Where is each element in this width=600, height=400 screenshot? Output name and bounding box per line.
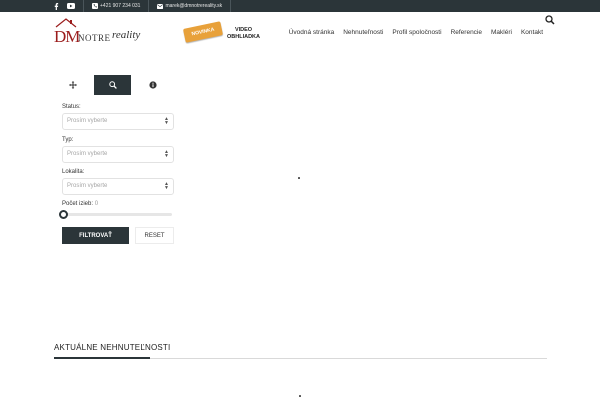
nav-item-home[interactable]: Úvodná stránka (289, 29, 335, 36)
rooms-label: Počet izieb: (62, 201, 94, 207)
topbar-divider (230, 0, 232, 12)
tab-move[interactable] (54, 75, 91, 95)
status-placeholder: Prosím vyberte (67, 118, 108, 124)
move-icon (68, 81, 77, 89)
status-select[interactable]: Prosím vyberte ▲ ▼ (62, 113, 174, 130)
nav-item-contact[interactable]: Kontakt (521, 29, 543, 36)
phone-number: +421 907 234 031 (100, 3, 141, 9)
mail-icon (157, 3, 164, 9)
video-tour-text: VIDEO OBHLIADKA (227, 27, 260, 41)
filter-button[interactable]: FILTROVAŤ (62, 227, 129, 244)
logo-dm: DM (54, 27, 80, 46)
rooms-slider-handle[interactable] (59, 210, 68, 219)
tab-info[interactable] (134, 75, 171, 95)
phone-contact[interactable]: +421 907 234 031 (92, 0, 140, 12)
section-divider-accent (54, 357, 150, 359)
new-badge: NOVINKA (182, 21, 224, 43)
select-arrows-icon: ▲ ▼ (164, 116, 169, 126)
location-select[interactable]: Prosím vyberte ▲ ▼ (62, 178, 174, 195)
topbar-divider (148, 0, 150, 12)
select-arrows-icon: ▲ ▼ (164, 181, 169, 191)
info-icon (148, 81, 157, 89)
status-label: Status: (62, 104, 81, 110)
rooms-label-row: Počet izieb: 0 (62, 201, 98, 207)
video-tour-line1: VIDEO (234, 27, 253, 33)
nav-item-agents[interactable]: Makléri (491, 29, 512, 36)
email-contact[interactable]: marek@dmnotrereality.sk (157, 0, 222, 12)
site-logo[interactable]: DM NOTRE reality (54, 18, 150, 48)
location-label: Lokalita: (62, 169, 85, 175)
type-placeholder: Prosím vyberte (67, 151, 108, 157)
nav-item-properties[interactable]: Nehnuteľnosti (343, 29, 383, 36)
youtube-icon[interactable] (67, 3, 75, 9)
logo-reality: reality (112, 29, 141, 41)
type-label: Typ: (62, 137, 74, 143)
loading-indicator (299, 395, 301, 397)
video-tour-line2: OBHLIADKA (227, 34, 260, 40)
video-tour-promo[interactable]: NOVINKA VIDEO OBHLIADKA (182, 21, 260, 46)
top-bar-contacts: +421 907 234 031 marek@dmnotrereality.sk (54, 0, 232, 12)
phone-icon (92, 3, 98, 9)
section-title: AKTUÁLNE NEHNUTEĽNOSTI (54, 343, 171, 352)
location-placeholder: Prosím vyberte (67, 183, 108, 189)
type-select[interactable]: Prosím vyberte ▲ ▼ (62, 146, 174, 163)
topbar-divider (83, 0, 84, 12)
tab-search[interactable] (94, 75, 131, 95)
zoom-icon (108, 81, 117, 89)
nav-item-references[interactable]: Referencie (451, 29, 482, 36)
map-tools (54, 75, 174, 95)
reset-button[interactable]: RESET (135, 227, 174, 244)
top-bar: +421 907 234 031 marek@dmnotrereality.sk (0, 0, 600, 12)
logo-notre: NOTRE (78, 33, 111, 43)
rooms-slider-track[interactable] (62, 213, 172, 216)
new-badge-label: NOVINKA (191, 26, 215, 38)
main-nav: Úvodná stránka Nehnuteľnosti Profil spol… (289, 29, 543, 36)
facebook-icon[interactable] (54, 2, 59, 10)
email-address: marek@dmnotrereality.sk (165, 3, 223, 9)
rooms-value: 0 (94, 201, 99, 207)
nav-item-company-profile[interactable]: Profil spoločnosti (392, 29, 441, 36)
select-arrows-icon: ▲ ▼ (164, 149, 169, 159)
loading-indicator (298, 177, 300, 179)
search-icon[interactable] (545, 15, 555, 25)
